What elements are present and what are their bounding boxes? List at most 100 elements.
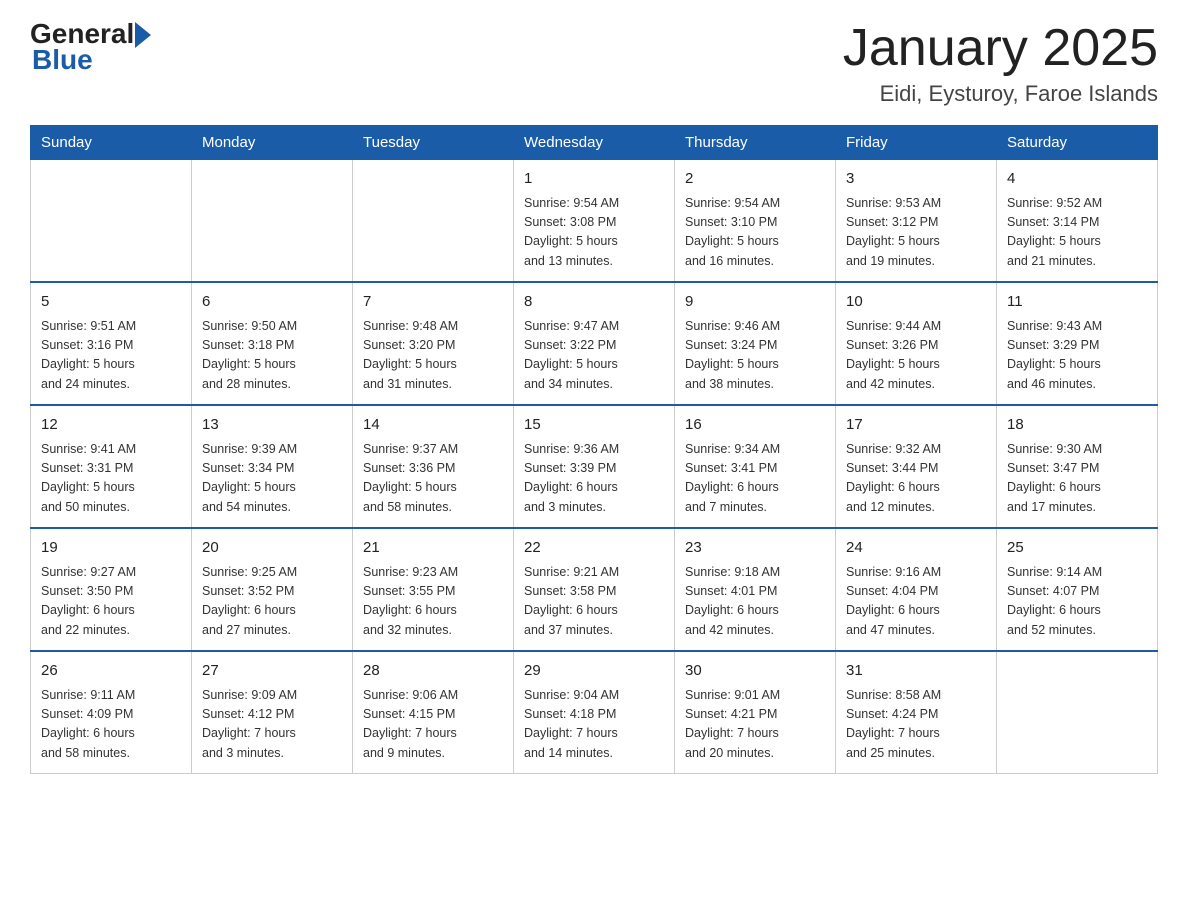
day-info: Sunrise: 9:21 AM Sunset: 3:58 PM Dayligh… (524, 563, 664, 641)
day-number: 13 (202, 414, 342, 437)
day-number: 15 (524, 414, 664, 437)
calendar-cell (192, 160, 353, 283)
calendar-cell (353, 160, 514, 283)
calendar-day-header: Saturday (997, 126, 1158, 160)
calendar-day-header: Thursday (675, 126, 836, 160)
day-info: Sunrise: 9:47 AM Sunset: 3:22 PM Dayligh… (524, 317, 664, 395)
day-info: Sunrise: 9:53 AM Sunset: 3:12 PM Dayligh… (846, 194, 986, 272)
day-number: 31 (846, 660, 986, 683)
calendar-cell (997, 651, 1158, 774)
day-info: Sunrise: 9:39 AM Sunset: 3:34 PM Dayligh… (202, 440, 342, 518)
day-info: Sunrise: 8:58 AM Sunset: 4:24 PM Dayligh… (846, 686, 986, 764)
calendar-cell: 28 Sunrise: 9:06 AM Sunset: 4:15 PM Dayli… (353, 651, 514, 774)
calendar-cell: 13 Sunrise: 9:39 AM Sunset: 3:34 PM Dayli… (192, 405, 353, 528)
calendar-week-row: 19Sunrise: 9:27 AM Sunset: 3:50 PM Dayli… (31, 528, 1158, 651)
day-info: Sunrise: 9:04 AM Sunset: 4:18 PM Dayligh… (524, 686, 664, 764)
calendar-table: SundayMondayTuesdayWednesdayThursdayFrid… (30, 125, 1158, 774)
day-number: 30 (685, 660, 825, 683)
calendar-header: SundayMondayTuesdayWednesdayThursdayFrid… (31, 126, 1158, 160)
day-info: Sunrise: 9:16 AM Sunset: 4:04 PM Dayligh… (846, 563, 986, 641)
calendar-cell: 20Sunrise: 9:25 AM Sunset: 3:52 PM Dayli… (192, 528, 353, 651)
calendar-cell: 3 Sunrise: 9:53 AM Sunset: 3:12 PM Daylig… (836, 160, 997, 283)
calendar-header-row: SundayMondayTuesdayWednesdayThursdayFrid… (31, 126, 1158, 160)
day-number: 27 (202, 660, 342, 683)
day-info: Sunrise: 9:41 AM Sunset: 3:31 PM Dayligh… (41, 440, 181, 518)
day-info: Sunrise: 9:52 AM Sunset: 3:14 PM Dayligh… (1007, 194, 1147, 272)
day-info: Sunrise: 9:48 AM Sunset: 3:20 PM Dayligh… (363, 317, 503, 395)
day-number: 10 (846, 291, 986, 314)
calendar-cell: 27 Sunrise: 9:09 AM Sunset: 4:12 PM Dayli… (192, 651, 353, 774)
calendar-cell: 6 Sunrise: 9:50 AM Sunset: 3:18 PM Daylig… (192, 282, 353, 405)
calendar-week-row: 5 Sunrise: 9:51 AM Sunset: 3:16 PM Daylig… (31, 282, 1158, 405)
calendar-week-row: 26Sunrise: 9:11 AM Sunset: 4:09 PM Dayli… (31, 651, 1158, 774)
day-info: Sunrise: 9:46 AM Sunset: 3:24 PM Dayligh… (685, 317, 825, 395)
calendar-cell: 26Sunrise: 9:11 AM Sunset: 4:09 PM Dayli… (31, 651, 192, 774)
calendar-cell (31, 160, 192, 283)
calendar-day-header: Friday (836, 126, 997, 160)
calendar-body: 1 Sunrise: 9:54 AM Sunset: 3:08 PM Daylig… (31, 160, 1158, 774)
day-info: Sunrise: 9:32 AM Sunset: 3:44 PM Dayligh… (846, 440, 986, 518)
day-number: 5 (41, 291, 181, 314)
calendar-cell: 5 Sunrise: 9:51 AM Sunset: 3:16 PM Daylig… (31, 282, 192, 405)
day-number: 18 (1007, 414, 1147, 437)
day-number: 2 (685, 168, 825, 191)
day-number: 22 (524, 537, 664, 560)
title-block: January 2025 Eidi, Eysturoy, Faroe Islan… (843, 20, 1158, 107)
calendar-cell: 10Sunrise: 9:44 AM Sunset: 3:26 PM Dayli… (836, 282, 997, 405)
calendar-cell: 31 Sunrise: 8:58 AM Sunset: 4:24 PM Dayli… (836, 651, 997, 774)
day-number: 8 (524, 291, 664, 314)
calendar-cell: 14 Sunrise: 9:37 AM Sunset: 3:36 PM Dayli… (353, 405, 514, 528)
day-number: 1 (524, 168, 664, 191)
day-number: 6 (202, 291, 342, 314)
calendar-cell: 25 Sunrise: 9:14 AM Sunset: 4:07 PM Dayli… (997, 528, 1158, 651)
day-info: Sunrise: 9:23 AM Sunset: 3:55 PM Dayligh… (363, 563, 503, 641)
calendar-cell: 29 Sunrise: 9:04 AM Sunset: 4:18 PM Dayli… (514, 651, 675, 774)
day-info: Sunrise: 9:01 AM Sunset: 4:21 PM Dayligh… (685, 686, 825, 764)
calendar-cell: 9 Sunrise: 9:46 AM Sunset: 3:24 PM Daylig… (675, 282, 836, 405)
calendar-cell: 4 Sunrise: 9:52 AM Sunset: 3:14 PM Daylig… (997, 160, 1158, 283)
day-number: 14 (363, 414, 503, 437)
day-number: 11 (1007, 291, 1147, 314)
calendar-day-header: Tuesday (353, 126, 514, 160)
calendar-cell: 15Sunrise: 9:36 AM Sunset: 3:39 PM Dayli… (514, 405, 675, 528)
day-info: Sunrise: 9:18 AM Sunset: 4:01 PM Dayligh… (685, 563, 825, 641)
day-info: Sunrise: 9:09 AM Sunset: 4:12 PM Dayligh… (202, 686, 342, 764)
day-info: Sunrise: 9:37 AM Sunset: 3:36 PM Dayligh… (363, 440, 503, 518)
day-number: 28 (363, 660, 503, 683)
day-number: 12 (41, 414, 181, 437)
calendar-week-row: 1 Sunrise: 9:54 AM Sunset: 3:08 PM Daylig… (31, 160, 1158, 283)
day-info: Sunrise: 9:34 AM Sunset: 3:41 PM Dayligh… (685, 440, 825, 518)
day-number: 9 (685, 291, 825, 314)
calendar-week-row: 12 Sunrise: 9:41 AM Sunset: 3:31 PM Dayli… (31, 405, 1158, 528)
calendar-cell: 24Sunrise: 9:16 AM Sunset: 4:04 PM Dayli… (836, 528, 997, 651)
day-info: Sunrise: 9:51 AM Sunset: 3:16 PM Dayligh… (41, 317, 181, 395)
day-info: Sunrise: 9:54 AM Sunset: 3:10 PM Dayligh… (685, 194, 825, 272)
calendar-day-header: Sunday (31, 126, 192, 160)
calendar-cell: 11 Sunrise: 9:43 AM Sunset: 3:29 PM Dayli… (997, 282, 1158, 405)
day-info: Sunrise: 9:25 AM Sunset: 3:52 PM Dayligh… (202, 563, 342, 641)
day-info: Sunrise: 9:11 AM Sunset: 4:09 PM Dayligh… (41, 686, 181, 764)
logo-blue-text: Blue (32, 44, 93, 76)
calendar-cell: 8 Sunrise: 9:47 AM Sunset: 3:22 PM Daylig… (514, 282, 675, 405)
calendar-cell: 21 Sunrise: 9:23 AM Sunset: 3:55 PM Dayli… (353, 528, 514, 651)
day-info: Sunrise: 9:54 AM Sunset: 3:08 PM Dayligh… (524, 194, 664, 272)
day-info: Sunrise: 9:50 AM Sunset: 3:18 PM Dayligh… (202, 317, 342, 395)
day-number: 7 (363, 291, 503, 314)
calendar-cell: 16Sunrise: 9:34 AM Sunset: 3:41 PM Dayli… (675, 405, 836, 528)
calendar-cell: 30 Sunrise: 9:01 AM Sunset: 4:21 PM Dayli… (675, 651, 836, 774)
day-number: 3 (846, 168, 986, 191)
day-number: 19 (41, 537, 181, 560)
calendar-title: January 2025 (843, 20, 1158, 77)
logo: General Blue (30, 20, 151, 76)
day-info: Sunrise: 9:06 AM Sunset: 4:15 PM Dayligh… (363, 686, 503, 764)
day-info: Sunrise: 9:43 AM Sunset: 3:29 PM Dayligh… (1007, 317, 1147, 395)
calendar-cell: 2 Sunrise: 9:54 AM Sunset: 3:10 PM Daylig… (675, 160, 836, 283)
calendar-cell: 22 Sunrise: 9:21 AM Sunset: 3:58 PM Dayli… (514, 528, 675, 651)
calendar-day-header: Monday (192, 126, 353, 160)
day-info: Sunrise: 9:14 AM Sunset: 4:07 PM Dayligh… (1007, 563, 1147, 641)
day-number: 25 (1007, 537, 1147, 560)
day-number: 29 (524, 660, 664, 683)
day-number: 4 (1007, 168, 1147, 191)
day-info: Sunrise: 9:30 AM Sunset: 3:47 PM Dayligh… (1007, 440, 1147, 518)
day-number: 21 (363, 537, 503, 560)
